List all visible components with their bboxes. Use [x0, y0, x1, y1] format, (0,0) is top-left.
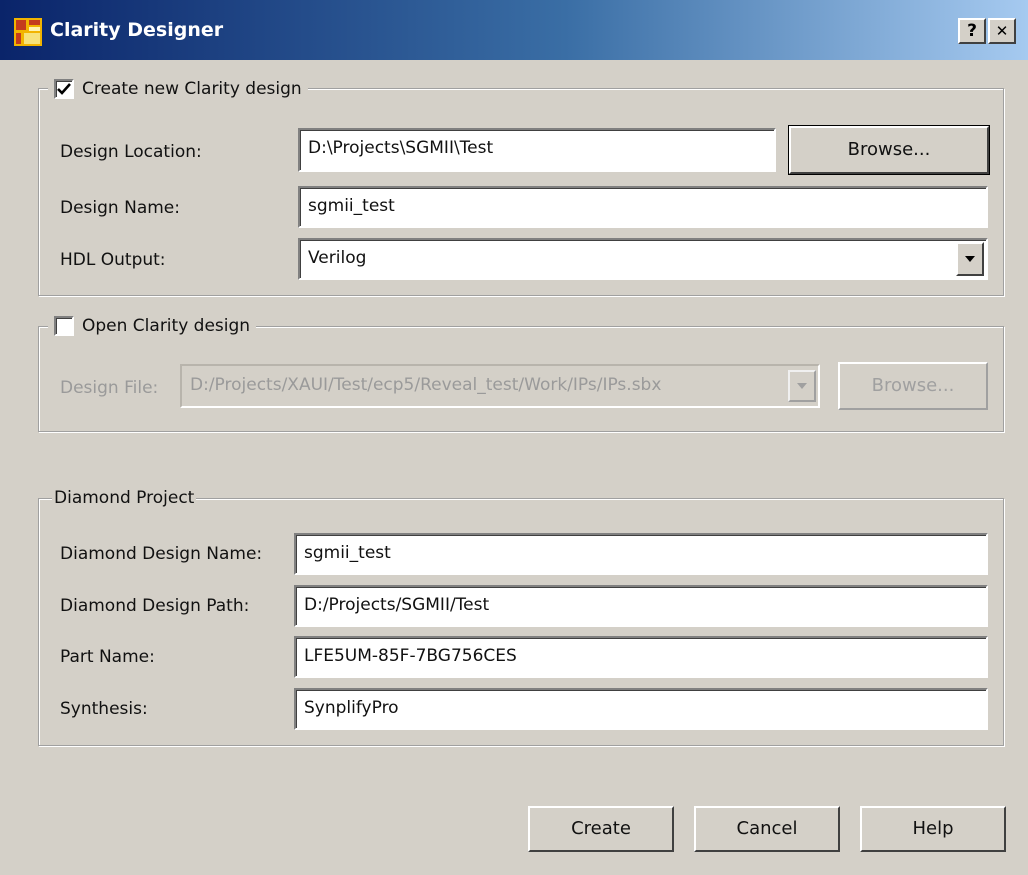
part-name-label: Part Name:	[60, 647, 155, 667]
create-design-checkbox[interactable]	[54, 79, 74, 99]
create-button[interactable]: Create	[528, 806, 674, 852]
help-title-button[interactable]: ?	[958, 18, 986, 44]
hdl-output-dropdown-button[interactable]	[956, 242, 984, 276]
cancel-button[interactable]: Cancel	[694, 806, 840, 852]
open-design-checkbox[interactable]	[54, 316, 74, 336]
create-design-label: Create new Clarity design	[82, 79, 302, 99]
design-name-label: Design Name:	[60, 198, 180, 218]
design-file-dropdown-button[interactable]	[788, 370, 816, 402]
chevron-down-icon	[797, 383, 807, 389]
diamond-project-legend-text: Diamond Project	[54, 488, 195, 508]
synthesis-label: Synthesis:	[60, 699, 148, 719]
design-file-browse-button[interactable]: Browse...	[838, 362, 988, 410]
part-name-field[interactable]: LFE5UM-85F-7BG756CES	[294, 636, 988, 678]
synthesis-field[interactable]: SynplifyPro	[294, 688, 988, 730]
hdl-output-label: HDL Output:	[60, 250, 166, 270]
design-name-field[interactable]: sgmii_test	[298, 186, 988, 228]
diamond-design-name-label: Diamond Design Name:	[60, 544, 263, 564]
chevron-down-icon	[965, 256, 975, 262]
diamond-design-path-label: Diamond Design Path:	[60, 596, 250, 616]
window-title: Clarity Designer	[50, 19, 224, 41]
design-location-label: Design Location:	[60, 142, 202, 162]
diamond-design-path-field[interactable]: D:/Projects/SGMII/Test	[294, 585, 988, 627]
diamond-project-legend: Diamond Project	[52, 486, 197, 510]
clarity-app-icon	[14, 18, 42, 46]
design-file-select[interactable]: D:/Projects/XAUI/Test/ecp5/Reveal_test/W…	[180, 364, 820, 408]
help-button[interactable]: Help	[860, 806, 1006, 852]
title-bar[interactable]: Clarity Designer ? ✕	[0, 0, 1028, 60]
design-location-field[interactable]: D:\Projects\SGMII\Test	[298, 128, 776, 172]
hdl-output-select[interactable]: Verilog	[298, 238, 988, 280]
open-design-legend[interactable]: Open Clarity design	[48, 314, 257, 338]
checkmark-icon	[57, 83, 71, 95]
design-file-label: Design File:	[60, 378, 159, 398]
close-button[interactable]: ✕	[988, 18, 1016, 44]
open-design-label: Open Clarity design	[82, 316, 251, 336]
design-location-browse-button[interactable]: Browse...	[788, 125, 990, 175]
create-design-legend[interactable]: Create new Clarity design	[48, 77, 308, 101]
diamond-design-name-field[interactable]: sgmii_test	[294, 533, 988, 575]
